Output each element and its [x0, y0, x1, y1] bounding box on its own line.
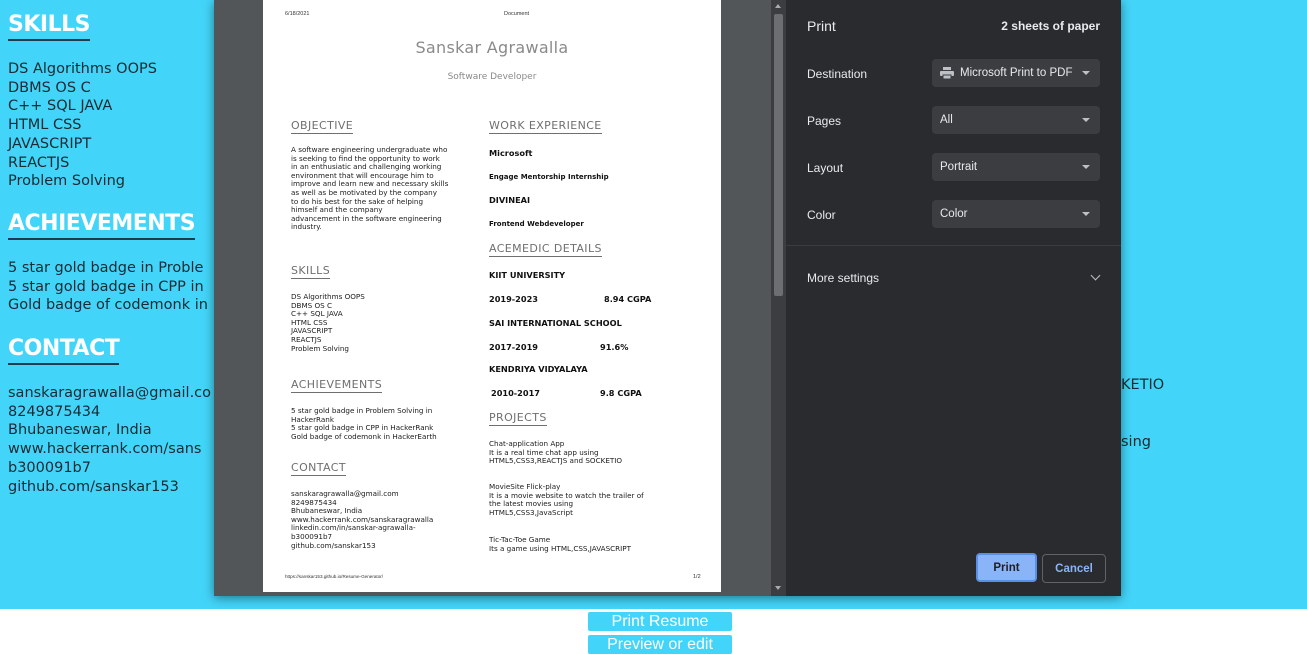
- contact-list: sanskaragrawalla@gmail.co 8249875434 Bhu…: [8, 384, 211, 496]
- pages-select[interactable]: All: [932, 106, 1100, 134]
- project-text-fragment: KETIO: [1121, 377, 1165, 393]
- achievement-item: 5 star gold badge in CPP in: [8, 278, 204, 295]
- skills-list: DS Algorithms OOPS DBMS OS C C++ SQL JAV…: [8, 60, 157, 191]
- edu-school: KIIT UNIVERSITY: [489, 270, 566, 280]
- contact-line: github.com/sanskar153: [291, 540, 376, 550]
- contact-title: CONTACT: [291, 461, 346, 476]
- work-company: Microsoft: [489, 148, 533, 158]
- chevron-down-icon: [1082, 71, 1090, 75]
- work-experience-title: WORK EXPERIENCE: [489, 119, 602, 134]
- print-button[interactable]: Print: [976, 553, 1037, 582]
- contact-text: sanskaragrawalla@gmail.com 8249875434 Bh…: [291, 489, 433, 550]
- settings-divider: [786, 245, 1121, 246]
- more-settings-toggle[interactable]: More settings: [786, 262, 1121, 292]
- layout-value: Portrait: [940, 161, 978, 173]
- project-line: Its a game using HTML,CSS,JAVASCRIPT: [489, 543, 631, 553]
- achievements-title: ACHIEVEMENTS: [291, 378, 383, 393]
- skill-item: HTML CSS: [8, 117, 82, 134]
- project-text-fragment: sing: [1121, 434, 1151, 450]
- achievements-text: 5 star gold badge in Problem Solving in …: [291, 406, 437, 441]
- achievement-line: Gold badge of codemonk in HackerEarth: [291, 431, 437, 441]
- contact-phone: 8249875434: [8, 403, 101, 420]
- achievement-item: 5 star gold badge in Proble: [8, 260, 204, 276]
- print-settings-panel: Print 2 sheets of paper Destination Micr…: [786, 0, 1121, 596]
- sheet-header-title: Document: [504, 11, 530, 17]
- contact-linkedin: b300091b7: [8, 459, 91, 476]
- scroll-down-arrow-icon[interactable]: [775, 586, 781, 590]
- color-value: Color: [940, 208, 968, 220]
- project-entry: Chat-application App It is a real time c…: [489, 439, 623, 466]
- contact-location: Bhubaneswar, India: [8, 422, 152, 439]
- objective-title: OBJECTIVE: [291, 119, 354, 134]
- work-role: Engage Mentorship Internship: [489, 173, 609, 181]
- layout-select[interactable]: Portrait: [932, 153, 1100, 181]
- chevron-down-icon: [1082, 212, 1090, 216]
- projects-title: PROJECTS: [489, 411, 547, 426]
- print-resume-button[interactable]: Print Resume: [588, 612, 732, 631]
- contact-email: sanskaragrawalla@gmail.co: [8, 385, 212, 401]
- more-settings-label: More settings: [807, 271, 880, 285]
- skills-heading: SKILLS: [8, 12, 90, 41]
- work-company: DIVINEAI: [489, 195, 531, 205]
- chevron-down-icon: [1090, 270, 1101, 281]
- sheet-header-date: 6/18/2021: [285, 11, 310, 17]
- skill-item: Problem Solving: [8, 173, 125, 190]
- achievements-heading: ACHIEVEMENTS: [8, 211, 196, 240]
- chevron-down-icon: [1082, 165, 1090, 169]
- pages-label: Pages: [807, 114, 842, 128]
- achievement-item: Gold badge of codemonk in: [8, 297, 208, 314]
- edu-school: SAI INTERNATIONAL SCHOOL: [489, 318, 622, 328]
- printer-icon: [940, 67, 954, 79]
- skill-item: DBMS OS C: [8, 79, 91, 96]
- cancel-button[interactable]: Cancel: [1042, 554, 1106, 583]
- preview-edit-button[interactable]: Preview or edit: [588, 635, 732, 654]
- color-select[interactable]: Color: [932, 200, 1100, 228]
- destination-select[interactable]: Microsoft Print to PDF: [932, 59, 1100, 87]
- skill-item: C++ SQL JAVA: [8, 98, 113, 115]
- edu-score: 9.8 CGPA: [600, 388, 642, 398]
- contact-heading: CONTACT: [8, 336, 120, 365]
- scroll-up-arrow-icon[interactable]: [775, 4, 781, 8]
- academic-details-title: ACEMEDIC DETAILS: [489, 242, 602, 257]
- destination-value: Microsoft Print to PDF: [960, 67, 1073, 79]
- objective-text: A software engineering undergraduate who…: [291, 145, 448, 232]
- edu-years: 2019-2023: [489, 294, 538, 304]
- project-entry: MovieSite Flick-play It is a movie websi…: [489, 482, 644, 517]
- project-line: HTML5,CSS3,JavaScript: [489, 507, 573, 517]
- skills-title: SKILLS: [291, 264, 331, 279]
- edu-score: 91.6%: [600, 342, 629, 352]
- sheet-count: 2 sheets of paper: [1001, 19, 1100, 33]
- edu-years: 2017-2019: [489, 342, 538, 352]
- preview-scrollbar[interactable]: [771, 0, 786, 596]
- contact-hackerrank: www.hackerrank.com/sans: [8, 441, 202, 458]
- skill-item: JAVASCRIPT: [8, 135, 92, 152]
- edu-years: 2010-2017: [491, 388, 540, 398]
- print-preview-page: 6/18/2021 Document Sanskar Agrawalla Sof…: [263, 0, 721, 592]
- skill-item: REACTJS: [8, 154, 70, 171]
- resume-role: Software Developer: [447, 72, 537, 82]
- contact-github: github.com/sanskar153: [8, 478, 179, 495]
- color-label: Color: [807, 208, 836, 222]
- skills-text: DS Algorithms OOPS DBMS OS C C++ SQL JAV…: [291, 292, 365, 353]
- skill-item: DS Algorithms OOPS: [8, 61, 157, 77]
- scrollbar-thumb[interactable]: [774, 14, 783, 296]
- sheet-footer-url: https://sanskar153.github.io/Resume-Gene…: [285, 574, 384, 579]
- skill-line: Problem Solving: [291, 343, 349, 353]
- objective-line: industry.: [291, 222, 322, 232]
- layout-label: Layout: [807, 161, 844, 175]
- print-title: Print: [807, 18, 836, 34]
- chevron-down-icon: [1082, 118, 1090, 122]
- resume-name: Sanskar Agrawalla: [415, 38, 569, 57]
- achievements-list: 5 star gold badge in Proble 5 star gold …: [8, 259, 208, 315]
- project-line: HTML5,CSS3,REACTJS and SOCKETIO: [489, 456, 623, 466]
- edu-score: 8.94 CGPA: [604, 294, 652, 304]
- project-entry: Tic-Tac-Toe Game Its a game using HTML,C…: [489, 535, 631, 553]
- edu-school: KENDRIYA VIDYALAYA: [489, 364, 588, 374]
- print-preview-area: 6/18/2021 Document Sanskar Agrawalla Sof…: [214, 0, 786, 596]
- print-dialog: 6/18/2021 Document Sanskar Agrawalla Sof…: [214, 0, 1121, 596]
- sheet-footer-page: 1/2: [693, 574, 701, 580]
- destination-label: Destination: [807, 67, 868, 81]
- pages-value: All: [940, 114, 953, 126]
- work-role: Frontend Webdeveloper: [489, 220, 584, 228]
